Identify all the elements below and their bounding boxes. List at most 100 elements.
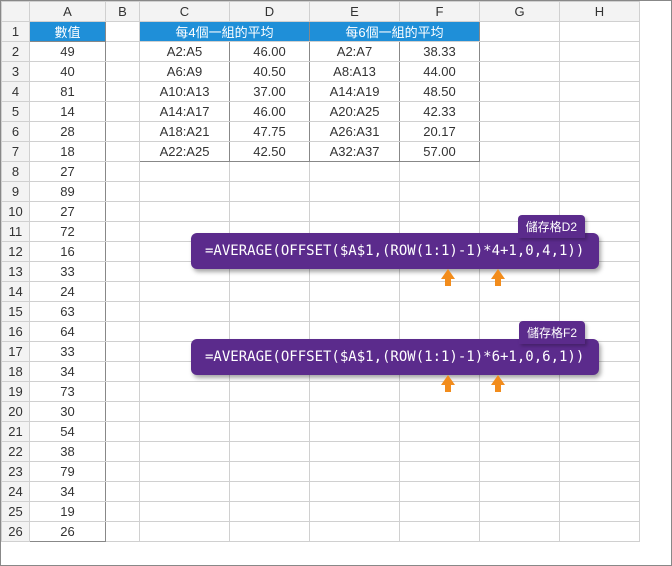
cell-H4[interactable] [560,82,640,102]
cell-F15[interactable] [400,302,480,322]
cell-A11[interactable]: 72 [30,222,106,242]
cell-D5[interactable]: 46.00 [230,102,310,122]
row-header-16[interactable]: 16 [2,322,30,342]
cell-G8[interactable] [480,162,560,182]
cell-B11[interactable] [106,222,140,242]
cell-F2[interactable]: 38.33 [400,42,480,62]
cell-E20[interactable] [310,402,400,422]
cell-B21[interactable] [106,422,140,442]
cell-A3[interactable]: 40 [30,62,106,82]
row-header-14[interactable]: 14 [2,282,30,302]
cell-A18[interactable]: 34 [30,362,106,382]
cell-G3[interactable] [480,62,560,82]
cell-E6[interactable]: A26:A31 [310,122,400,142]
row-header-3[interactable]: 3 [2,62,30,82]
cell-A2[interactable]: 49 [30,42,106,62]
cell-E15[interactable] [310,302,400,322]
cell-C25[interactable] [140,502,230,522]
row-header-18[interactable]: 18 [2,362,30,382]
cell-G23[interactable] [480,462,560,482]
cell-A17[interactable]: 33 [30,342,106,362]
cell-A4[interactable]: 81 [30,82,106,102]
col-header-C[interactable]: C [140,2,230,22]
cell-B19[interactable] [106,382,140,402]
cell-C8[interactable] [140,162,230,182]
cell-D9[interactable] [230,182,310,202]
cell-F20[interactable] [400,402,480,422]
cell-G20[interactable] [480,402,560,422]
cell-G25[interactable] [480,502,560,522]
row-header-8[interactable]: 8 [2,162,30,182]
row-header-13[interactable]: 13 [2,262,30,282]
cell-H3[interactable] [560,62,640,82]
cell-G6[interactable] [480,122,560,142]
cell-G14[interactable] [480,282,560,302]
row-header-1[interactable]: 1 [2,22,30,42]
cell-H22[interactable] [560,442,640,462]
cell-D6[interactable]: 47.75 [230,122,310,142]
cell-H6[interactable] [560,122,640,142]
row-header-10[interactable]: 10 [2,202,30,222]
cell-B13[interactable] [106,262,140,282]
cell-G24[interactable] [480,482,560,502]
cell-F25[interactable] [400,502,480,522]
cell-C4[interactable]: A10:A13 [140,82,230,102]
cell-G2[interactable] [480,42,560,62]
cell-A6[interactable]: 28 [30,122,106,142]
row-header-21[interactable]: 21 [2,422,30,442]
cell-G22[interactable] [480,442,560,462]
cell-CD1[interactable]: 每4個一組的平均 [140,22,310,42]
cell-C2[interactable]: A2:A5 [140,42,230,62]
cell-A13[interactable]: 33 [30,262,106,282]
cell-F22[interactable] [400,442,480,462]
cell-H7[interactable] [560,142,640,162]
cell-A23[interactable]: 79 [30,462,106,482]
cell-A19[interactable]: 73 [30,382,106,402]
cell-H24[interactable] [560,482,640,502]
cell-H21[interactable] [560,422,640,442]
row-header-4[interactable]: 4 [2,82,30,102]
cell-C10[interactable] [140,202,230,222]
cell-F14[interactable] [400,282,480,302]
cell-G5[interactable] [480,102,560,122]
cell-C7[interactable]: A22:A25 [140,142,230,162]
cell-G26[interactable] [480,522,560,542]
row-header-12[interactable]: 12 [2,242,30,262]
cell-H1[interactable] [560,22,640,42]
cell-H20[interactable] [560,402,640,422]
cell-D26[interactable] [230,522,310,542]
cell-C14[interactable] [140,282,230,302]
cell-A14[interactable]: 24 [30,282,106,302]
cell-B3[interactable] [106,62,140,82]
cell-C19[interactable] [140,382,230,402]
cell-B24[interactable] [106,482,140,502]
cell-C9[interactable] [140,182,230,202]
cell-D3[interactable]: 40.50 [230,62,310,82]
cell-D14[interactable] [230,282,310,302]
cell-F23[interactable] [400,462,480,482]
cell-F5[interactable]: 42.33 [400,102,480,122]
cell-E7[interactable]: A32:A37 [310,142,400,162]
cell-C21[interactable] [140,422,230,442]
cell-B22[interactable] [106,442,140,462]
cell-B18[interactable] [106,362,140,382]
cell-C22[interactable] [140,442,230,462]
cell-E23[interactable] [310,462,400,482]
cell-F19[interactable] [400,382,480,402]
col-header-B[interactable]: B [106,2,140,22]
cell-B14[interactable] [106,282,140,302]
cell-B26[interactable] [106,522,140,542]
cell-H19[interactable] [560,382,640,402]
cell-A22[interactable]: 38 [30,442,106,462]
cell-A5[interactable]: 14 [30,102,106,122]
cell-H5[interactable] [560,102,640,122]
cell-D24[interactable] [230,482,310,502]
cell-C20[interactable] [140,402,230,422]
cell-B16[interactable] [106,322,140,342]
cell-A25[interactable]: 19 [30,502,106,522]
cell-F8[interactable] [400,162,480,182]
cell-E21[interactable] [310,422,400,442]
cell-E8[interactable] [310,162,400,182]
cell-H14[interactable] [560,282,640,302]
cell-H9[interactable] [560,182,640,202]
